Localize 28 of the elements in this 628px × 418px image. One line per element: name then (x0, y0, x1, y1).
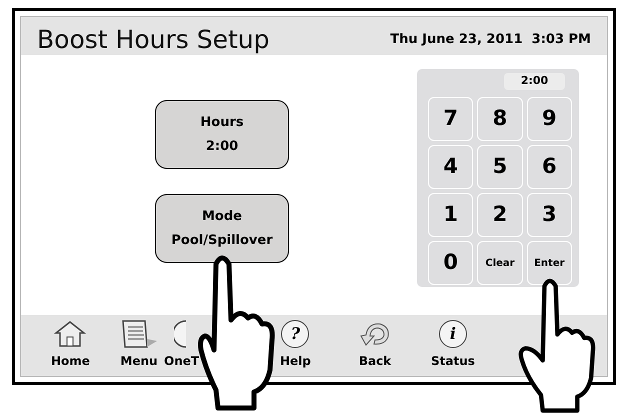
date-time: Thu June 23, 2011 3:03 PM (390, 30, 591, 48)
toolbar-button[interactable]: i Status (431, 319, 475, 367)
help-icon: ? (281, 320, 310, 348)
keypad-key[interactable]: 6 (526, 145, 572, 189)
keypad-display: 2:00 (504, 73, 565, 90)
toolbar-button[interactable]: OneT (164, 319, 200, 367)
keypad-key[interactable]: Clear (477, 241, 523, 285)
keypad-key[interactable]: 2 (477, 193, 523, 237)
info-icon: i (438, 320, 467, 348)
keypad-key[interactable]: 7 (428, 97, 474, 141)
toolbar-button[interactable]: Home (51, 319, 90, 367)
keypad-key[interactable]: 3 (526, 193, 572, 237)
keypad-key[interactable]: 0 (428, 241, 474, 285)
keypad-key[interactable]: 8 (477, 97, 523, 141)
keypad-key[interactable]: Enter (526, 241, 572, 285)
keypad-key[interactable]: 9 (526, 97, 572, 141)
setting-button[interactable]: Hours 2:00 (155, 100, 289, 169)
toolbar-button[interactable]: Menu (119, 319, 159, 367)
toolbar-button[interactable]: ? Help (280, 319, 311, 367)
toolbar-button[interactable]: Back (358, 319, 392, 367)
keypad-key[interactable]: 5 (477, 145, 523, 189)
screen-title: Boost Hours Setup (37, 27, 270, 52)
keypad-key[interactable]: 4 (428, 145, 474, 189)
house-icon (53, 319, 88, 349)
document-icon (119, 319, 159, 349)
setting-button[interactable]: Mode Pool/Spillover (155, 194, 289, 263)
keypad-key[interactable]: 1 (428, 193, 474, 237)
arc-icon (174, 319, 186, 349)
